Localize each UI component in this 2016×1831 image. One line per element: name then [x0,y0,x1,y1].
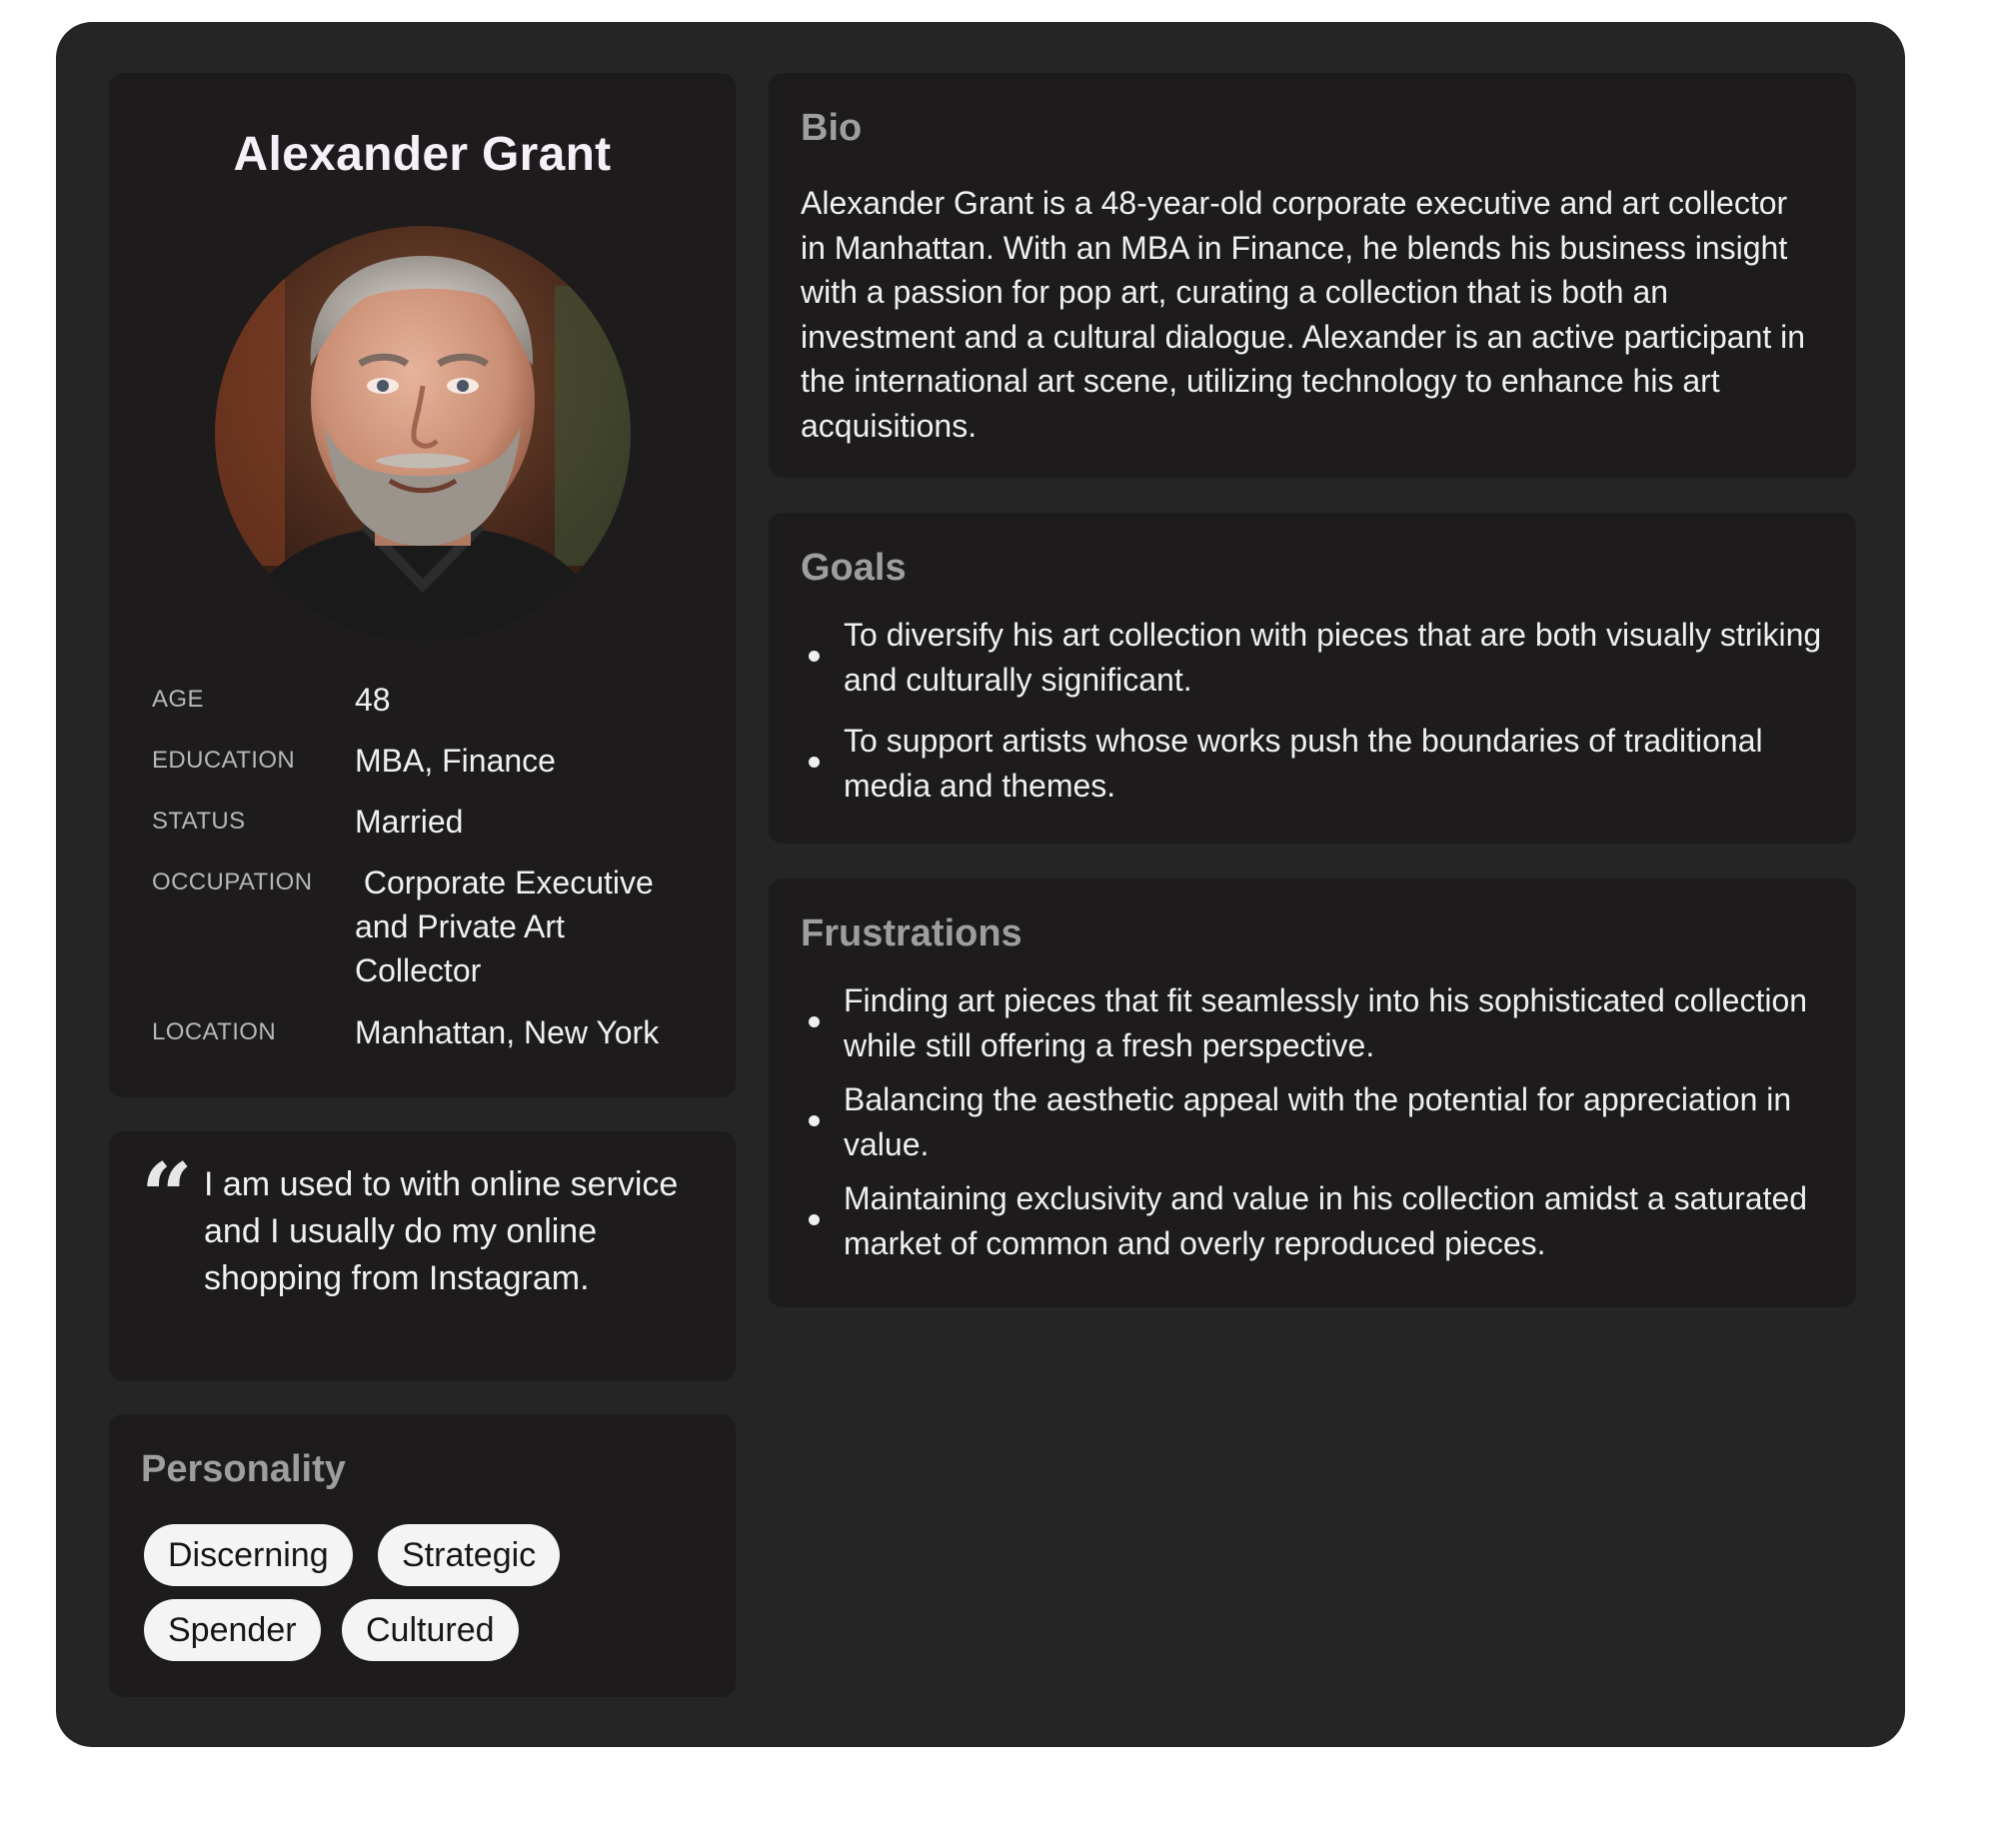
profile-panel: Alexander Grant AGE 48 EDUCATION MBA, Fi… [109,73,736,1097]
goals-title: Goals [801,547,907,589]
frustrations-panel: Frustrations Finding art pieces that fit… [769,879,1856,1307]
persona-card: Alexander Grant AGE 48 EDUCATION MBA, Fi… [56,22,1905,1747]
goal-text: To support artists whose works push the … [844,723,1763,804]
personality-title: Personality [141,1448,346,1490]
fact-value: Corporate Executive and Private Art Coll… [355,865,663,988]
fact-value: Married [355,804,464,840]
fact-label: EDUCATION [152,747,296,774]
personality-tag: Discerning [144,1524,353,1586]
personality-tag: Strategic [378,1524,561,1586]
quote-icon: “ [141,1143,193,1249]
frustrations-list: Finding art pieces that fit seamlessly i… [801,978,1840,1275]
list-item: Finding art pieces that fit seamlessly i… [801,978,1840,1067]
bullet-icon [809,757,820,768]
fact-value: MBA, Finance [355,743,556,779]
quote-panel: “ I am used to with online service and I… [109,1131,736,1381]
frustration-text: Finding art pieces that fit seamlessly i… [844,982,1808,1063]
list-item: To diversify his art collection with pie… [801,613,1840,702]
bio-panel: Bio Alexander Grant is a 48-year-old cor… [769,73,1856,478]
bullet-icon [809,1214,820,1225]
list-item: To support artists whose works push the … [801,719,1840,808]
fact-label: LOCATION [152,1018,277,1045]
bullet-icon [809,651,820,662]
frustration-text: Maintaining exclusivity and value in his… [844,1180,1808,1261]
bio-title: Bio [801,107,863,149]
personality-tag: Spender [144,1599,321,1661]
list-item: Maintaining exclusivity and value in his… [801,1176,1840,1265]
fact-label: OCCUPATION [152,869,313,896]
bullet-icon [809,1016,820,1027]
goal-text: To diversify his art collection with pie… [844,617,1822,698]
avatar [215,226,631,642]
fact-value: 48 [355,682,391,718]
personality-tag: Cultured [342,1599,519,1661]
goals-panel: Goals To diversify his art collection wi… [769,513,1856,844]
quote-text: I am used to with online service and I u… [204,1165,679,1297]
bio-text: Alexander Grant is a 48-year-old corpora… [801,185,1806,444]
frustration-text: Balancing the aesthetic appeal with the … [844,1081,1792,1162]
fact-label: STATUS [152,808,246,835]
frustrations-title: Frustrations [801,913,1022,954]
list-item: Balancing the aesthetic appeal with the … [801,1077,1840,1166]
fact-value: Manhattan, New York [355,1014,660,1050]
fact-label: AGE [152,686,204,713]
goals-list: To diversify his art collection with pie… [801,613,1840,825]
persona-name: Alexander Grant [233,128,612,181]
personality-panel: Personality Discerning Strategic Spender… [109,1414,736,1697]
bullet-icon [809,1115,820,1126]
